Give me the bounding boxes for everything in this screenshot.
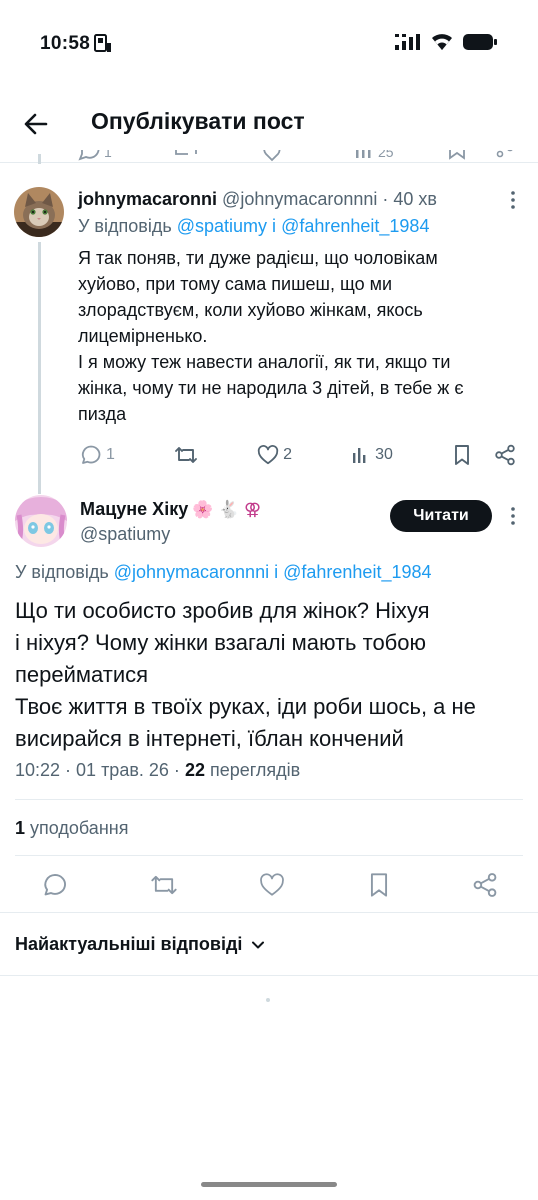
post-view-count: 22 (184, 760, 205, 780)
text-line: І я можу теж навести аналогії, як ти, як… (78, 352, 451, 372)
text-line: лицемірненько. (78, 326, 208, 346)
text-line: Що ти особисто зробив для жінок? Ніхуя (15, 598, 430, 623)
share-button[interactable] (472, 872, 498, 898)
anime-avatar-icon (15, 495, 67, 547)
post-views-label: переглядів (209, 760, 301, 780)
like-count: 2 (283, 446, 292, 463)
text-line: Я так поняв, ти дуже радієш, що чоловіка… (78, 248, 438, 268)
heart-icon (260, 873, 284, 896)
chevron-down-icon (252, 941, 265, 948)
reply-context: У відповідь @johnymacaronnni і @fahrenhe… (15, 562, 432, 583)
cat-avatar-icon (14, 187, 64, 237)
reply-author[interactable]: johnymacaronni @johnymacaronnni · 40 хв (78, 189, 437, 210)
likes-summary[interactable]: 1 уподобання (15, 818, 128, 839)
sort-replies-dropdown[interactable]: Найактуальніші відповіді (15, 934, 266, 955)
comment-icon (44, 874, 66, 896)
reply-button[interactable] (42, 872, 68, 898)
repost-button[interactable] (174, 444, 198, 466)
main-actions (42, 872, 498, 898)
reply-prefix: У відповідь (78, 216, 172, 236)
views-button[interactable]: 30 (351, 445, 393, 465)
text-line: пизда (78, 404, 127, 424)
status-bar: 10:58 (0, 0, 538, 90)
page-title: Опублікувати пост (91, 108, 305, 134)
back-button[interactable] (20, 108, 52, 140)
text-line: злорадствуєм, коли хуйово жінкам, якось (78, 300, 423, 320)
svg-text:1: 1 (104, 150, 112, 160)
reply-count: 1 (106, 446, 115, 463)
mention-link[interactable]: @fahrenheit_1984 (281, 216, 429, 236)
reply-handle-time: @johnymacaronnni · 40 хв (222, 189, 437, 209)
repost-icon (175, 447, 197, 463)
post-meta: 10:22 · 01 трав. 26 · 22 переглядів (15, 760, 300, 781)
mention-link[interactable]: @spatiumy (177, 216, 267, 236)
divider (0, 975, 538, 976)
loading-indicator (266, 998, 270, 1002)
like-button[interactable] (259, 872, 285, 898)
reply-and: і (274, 562, 279, 582)
likes-label: уподобання (30, 818, 129, 838)
divider (0, 912, 538, 913)
view-count: 30 (375, 446, 393, 463)
text-line: Твоє життя в твоїх руках, іди роби шось,… (15, 694, 476, 719)
follow-button[interactable]: Читати (390, 500, 492, 532)
divider (0, 162, 538, 163)
wifi-icon (430, 33, 454, 56)
sim-icon (94, 34, 112, 59)
text-line: жінка, чому ти не народила 3 дітей, в те… (78, 378, 464, 398)
more-options-button[interactable] (503, 506, 523, 526)
bookmark-button[interactable] (452, 444, 472, 466)
share-icon (473, 873, 497, 897)
avatar[interactable] (14, 187, 64, 237)
reply-text: Я так поняв, ти дуже радієш, що чоловіка… (78, 245, 508, 427)
bookmark-button[interactable] (367, 872, 391, 898)
text-line: перейматися (15, 662, 149, 687)
avatar[interactable] (15, 495, 67, 547)
share-icon (495, 444, 515, 466)
more-options-button[interactable] (503, 190, 523, 210)
text-line: висирайся в інтернеті, їблан кончений (15, 726, 404, 751)
divider (15, 855, 523, 856)
text-line: хуйово, при тому сама пишеш, що ми (78, 274, 393, 294)
repost-button[interactable] (150, 872, 178, 898)
likes-count: 1 (15, 818, 26, 838)
main-author[interactable]: Мацуне Хіку 🌸 🐇 ⚢ (80, 499, 261, 520)
like-button[interactable]: 2 (257, 444, 292, 466)
top-app-bar: Опублікувати пост (0, 90, 538, 156)
sort-label: Найактуальніші відповіді (15, 934, 243, 954)
mention-link[interactable]: @fahrenheit_1984 (283, 562, 431, 582)
main-handle: @spatiumy (80, 524, 171, 544)
arrow-left-icon (24, 113, 48, 135)
divider (15, 799, 523, 800)
bookmark-icon (370, 873, 387, 897)
bookmark-icon (455, 445, 469, 465)
share-button[interactable] (494, 444, 516, 466)
post-timestamp: 10:22 · 01 трав. 26 · (15, 760, 180, 780)
text-line: і ніхуя? Чому жінки взагалі мають тобою (15, 630, 427, 655)
reply-and: і (272, 216, 277, 236)
reply-button[interactable]: 1 (80, 444, 115, 466)
name-emoji: 🌸 🐇 ⚢ (192, 499, 262, 519)
previous-views: 25 (378, 150, 394, 160)
repost-icon (150, 875, 177, 895)
thread-line-top (38, 154, 41, 164)
analytics-icon (353, 448, 366, 463)
reply-prefix: У відповідь (15, 562, 109, 582)
reply-context: У відповідь @spatiumy і @fahrenheit_1984 (78, 216, 429, 237)
battery-icon (462, 33, 498, 56)
comment-icon (81, 445, 101, 464)
status-time: 10:58 (40, 33, 91, 54)
more-vertical-icon (511, 507, 515, 525)
heart-icon (257, 445, 279, 465)
main-display-name[interactable]: Мацуне Хіку (80, 499, 188, 520)
reply-actions: 1 2 30 (80, 444, 516, 466)
more-vertical-icon (511, 191, 515, 209)
mention-link[interactable]: @johnymacaronnni (114, 562, 269, 582)
previous-tweet-actions: 1 25 (0, 150, 538, 162)
home-indicator[interactable] (201, 1182, 337, 1187)
reply-display-name[interactable]: johnymacaronni (78, 189, 217, 209)
main-text: Що ти особисто зробив для жінок? Ніхуя і… (15, 595, 525, 755)
signal-icon (394, 34, 422, 55)
thread-line (38, 242, 41, 494)
